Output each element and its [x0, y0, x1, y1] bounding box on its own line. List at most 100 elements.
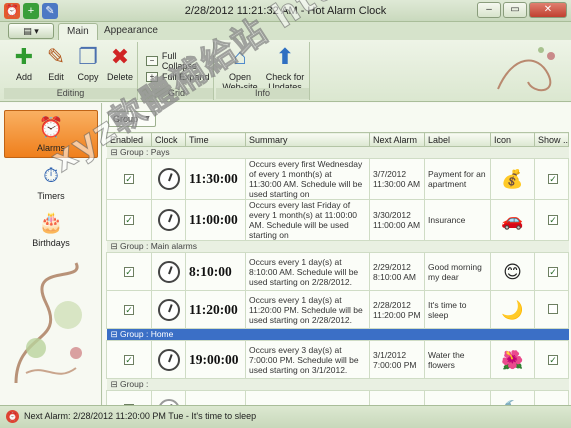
clock-icon [157, 168, 180, 190]
next-alarm: 2/28/2012 11:20:00 PM [369, 290, 425, 329]
ribbon-group-label: Editing [4, 88, 137, 99]
full-collapse-button[interactable]: − Full Collapse [146, 51, 213, 71]
collapse-icon[interactable]: ⊟ [111, 148, 120, 158]
car-icon: 🚗 [490, 199, 535, 241]
show-checkbox[interactable]: ✓ [548, 215, 558, 225]
column-header[interactable]: Icon [490, 132, 535, 147]
ribbon: ✚ Add ✎ Edit ❐ Copy ✖ Delete Editing − F… [0, 40, 571, 102]
show-checkbox[interactable] [548, 303, 558, 314]
ribbon-tabs: ▤ ▾ Main Appearance [0, 22, 571, 40]
alarm-label: Water the flowers [424, 340, 491, 379]
nav-alarms[interactable]: ⏰ Alarms [4, 110, 98, 158]
alarm-summary: Occurs every 3 day(s) at 7:00:00 PM. Sch… [245, 340, 370, 379]
tab-main[interactable]: Main [58, 23, 98, 40]
column-header[interactable]: Label [424, 132, 491, 147]
table-header: Enabled Clock Time Summary Next Alarm La… [106, 132, 569, 147]
alarm-label: Good morning my dear [424, 252, 491, 291]
open-website-button[interactable]: ⌂ Open Web-site [220, 44, 260, 92]
edit-button[interactable]: ✎ Edit [40, 44, 72, 82]
show-checkbox[interactable]: ✓ [548, 174, 558, 184]
alarms-panel: Group ▼ Enabled Clock Time Summary Next … [103, 103, 571, 428]
application-menu-button[interactable]: ▤ ▾ [8, 23, 54, 39]
column-header[interactable]: Next Alarm [369, 132, 425, 147]
enabled-checkbox[interactable]: ✓ [124, 174, 134, 184]
column-header[interactable]: Summary [245, 132, 370, 147]
next-alarm: 3/7/2012 11:30:00 AM [369, 158, 425, 200]
group-row-selected[interactable]: ⊟ Group : Home [106, 328, 569, 341]
nav-timers[interactable]: ⏱ Timers [4, 159, 98, 207]
column-header[interactable]: Enabled [106, 132, 152, 147]
collapse-icon[interactable]: ⊟ [111, 330, 120, 340]
alarm-summary: Occurs every 1 day(s) at 11:20:00 PM. Sc… [245, 290, 370, 329]
check-updates-button[interactable]: ⬆ Check for Updates [264, 44, 306, 92]
add-button[interactable]: ✚ Add [8, 44, 40, 82]
column-header[interactable]: Clock [151, 132, 186, 147]
alarm-label: Payment for an apartment [424, 158, 491, 200]
minimize-button[interactable]: – [477, 2, 501, 18]
show-checkbox[interactable]: ✓ [548, 354, 558, 365]
clock-icon [157, 209, 180, 231]
next-alarm-status: Next Alarm: 2/28/2012 11:20:00 PM Tue - … [24, 411, 257, 421]
alarm-summary: Occurs every first Wednesday of every 1 … [245, 158, 370, 200]
show-checkbox[interactable]: ✓ [548, 266, 558, 277]
alarm-clock-icon: ⏰ [38, 117, 64, 139]
enabled-checkbox[interactable]: ✓ [124, 354, 134, 365]
table-row[interactable]: ✓ 11:20:00 Occurs every 1 day(s) at 11:2… [106, 290, 569, 329]
tab-appearance[interactable]: Appearance [96, 23, 166, 40]
clock-icon [157, 298, 180, 321]
alarm-time: 11:00:00 [185, 199, 246, 241]
group-row[interactable]: ⊟ Group : Main alarms [106, 240, 569, 253]
alarms-table: Enabled Clock Time Summary Next Alarm La… [106, 132, 569, 428]
alarm-time: 11:30:00 [185, 158, 246, 200]
full-expand-button[interactable]: + Full Expand [146, 72, 210, 82]
ribbon-group-grid: − Full Collapse + Full Expand Grid [140, 42, 214, 100]
ribbon-group-label: Grid [140, 88, 213, 99]
status-bar: ⏰ Next Alarm: 2/28/2012 11:20:00 PM Tue … [0, 405, 571, 428]
group-row[interactable]: ⊟ Group : Pays [106, 146, 569, 159]
timer-icon: ⏱ [43, 165, 59, 187]
update-arrow-icon: ⬆ [275, 44, 295, 69]
table-row[interactable]: ✓ 8:10:00 Occurs every 1 day(s) at 8:10:… [106, 252, 569, 291]
alarm-summary: Occurs every last Friday of every 1 mont… [245, 199, 370, 241]
ribbon-group-editing: ✚ Add ✎ Edit ❐ Copy ✖ Delete Editing [4, 42, 138, 100]
table-row[interactable]: ✓ 11:00:00 Occurs every last Friday of e… [106, 199, 569, 241]
ribbon-group-label: Info [216, 88, 309, 99]
table-row[interactable]: ✓ 19:00:00 Occurs every 3 day(s) at 7:00… [106, 340, 569, 379]
ribbon-group-info: ⌂ Open Web-site ⬆ Check for Updates Info [216, 42, 310, 100]
enabled-checkbox[interactable]: ✓ [124, 304, 134, 315]
clock-icon [157, 260, 180, 283]
column-header[interactable]: Show ... [534, 132, 569, 147]
left-navigation: ⏰ Alarms ⏱ Timers 🎂 Birthdays [0, 103, 102, 405]
enabled-checkbox[interactable]: ✓ [124, 215, 134, 225]
group-by-dropdown[interactable]: Group ▼ [108, 111, 156, 127]
delete-button[interactable]: ✖ Delete [104, 44, 136, 82]
maximize-button[interactable]: ▭ [503, 2, 527, 18]
edit-icon: ✎ [46, 44, 66, 69]
group-row[interactable]: ⊟ Group : [106, 378, 569, 391]
close-button[interactable]: ✕ [529, 2, 567, 18]
delete-icon: ✖ [110, 44, 130, 69]
next-alarm: 3/1/2012 7:00:00 PM [369, 340, 425, 379]
next-alarm: 2/29/2012 8:10:00 AM [369, 252, 425, 291]
coins-icon: 💰 [490, 158, 535, 200]
alarm-label: Insurance [424, 199, 491, 241]
column-header[interactable]: Time [185, 132, 246, 147]
collapse-icon[interactable]: ⊟ [111, 242, 120, 252]
alarm-label: It's time to sleep [424, 290, 491, 329]
alarm-time: 11:20:00 [185, 290, 246, 329]
collapse-icon: − [146, 56, 158, 66]
enabled-checkbox[interactable]: ✓ [124, 266, 134, 277]
collapse-icon[interactable]: ⊟ [111, 380, 120, 390]
alarm-time: 8:10:00 [185, 252, 246, 291]
decorative-floral-icon [14, 262, 82, 384]
nav-birthdays[interactable]: 🎂 Birthdays [4, 206, 98, 254]
decorative-swirl-icon [497, 47, 555, 92]
globe-house-icon: ⌂ [233, 44, 247, 69]
title-bar: ⏰ + ✎ 2/28/2012 11:21:32 AM - Hot Alarm … [0, 0, 571, 22]
table-row[interactable]: ✓ 11:30:00 Occurs every first Wednesday … [106, 158, 569, 200]
copy-button[interactable]: ❐ Copy [72, 44, 104, 82]
alarm-time: 19:00:00 [185, 340, 246, 379]
next-alarm: 3/30/2012 11:00:00 AM [369, 199, 425, 241]
alarm-summary: Occurs every 1 day(s) at 8:10:00 AM. Sch… [245, 252, 370, 291]
birthday-cake-icon: 🎂 [38, 212, 64, 234]
